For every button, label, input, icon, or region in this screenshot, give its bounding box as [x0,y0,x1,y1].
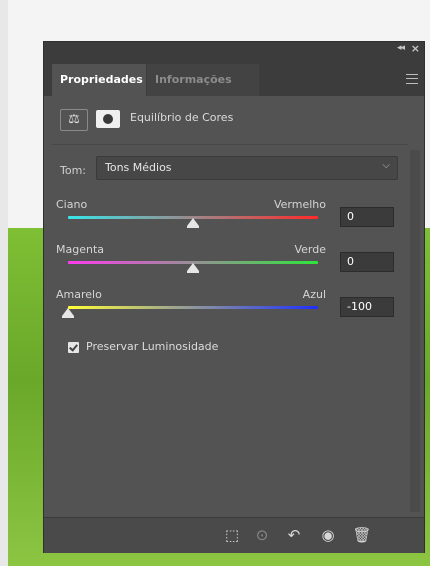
preserve-luminosity-label: Preservar Luminosidade [86,340,219,353]
slider-left-label: Amarelo [56,288,102,301]
slider-value-input[interactable]: -100 [340,297,394,317]
trash-icon[interactable]: 🗑 [350,524,374,546]
chevron-down-icon: ⌵ [382,160,390,171]
window-frame-edge [0,0,8,566]
visibility-eye-icon[interactable]: ◉ [316,524,340,546]
slider-track[interactable] [68,306,318,309]
adjustment-header: ⚖ Equilíbrio de Cores [52,102,416,136]
slider-thumb[interactable] [187,218,199,228]
panel-topbar: ◂◂ × [44,42,424,58]
slider-left-label: Ciano [56,198,88,211]
slider-thumb[interactable] [187,263,199,273]
divider [52,144,408,145]
panel-tabbar: Propriedades Informações [44,58,424,96]
slider-right-label: Azul [302,288,326,301]
slider-right-label: Vermelho [273,198,326,211]
slider-cyan-red: Ciano Vermelho 0 [56,198,416,248]
slider-right-label: Verde [294,243,326,256]
collapse-icon[interactable]: ◂◂ [397,43,405,53]
adjustment-title: Equilíbrio de Cores [130,111,234,124]
slider-value-input[interactable]: 0 [340,207,394,227]
tab-informacoes[interactable]: Informações [147,64,259,96]
layer-mask-icon[interactable] [96,110,120,128]
panel-menu-icon[interactable] [406,74,418,84]
tone-selected-value: Tons Médios [105,161,172,174]
scrollbar[interactable] [410,150,420,512]
tone-label: Tom: [60,164,87,177]
slider-value-input[interactable]: 0 [340,252,394,272]
slider-yellow-blue: Amarelo Azul -100 [56,288,416,338]
balance-scale-icon[interactable]: ⚖ [60,109,88,131]
panel-bottom-toolbar: ⬚ ⊙ ↶ ◉ 🗑 [44,517,424,553]
tab-propriedades[interactable]: Propriedades [52,64,146,96]
preserve-luminosity-checkbox[interactable] [68,342,79,353]
view-previous-icon[interactable]: ⊙ [250,524,274,546]
slider-magenta-green: Magenta Verde 0 [56,243,416,293]
clip-to-layer-icon[interactable]: ⬚ [220,524,244,546]
close-icon[interactable]: × [411,42,420,55]
reset-icon[interactable]: ↶ [282,524,306,546]
properties-panel: ◂◂ × Propriedades Informações ⚖ Equilíbr… [44,42,424,553]
slider-thumb[interactable] [62,308,74,318]
tone-select[interactable]: Tons Médios ⌵ [96,156,398,180]
slider-left-label: Magenta [56,243,105,256]
